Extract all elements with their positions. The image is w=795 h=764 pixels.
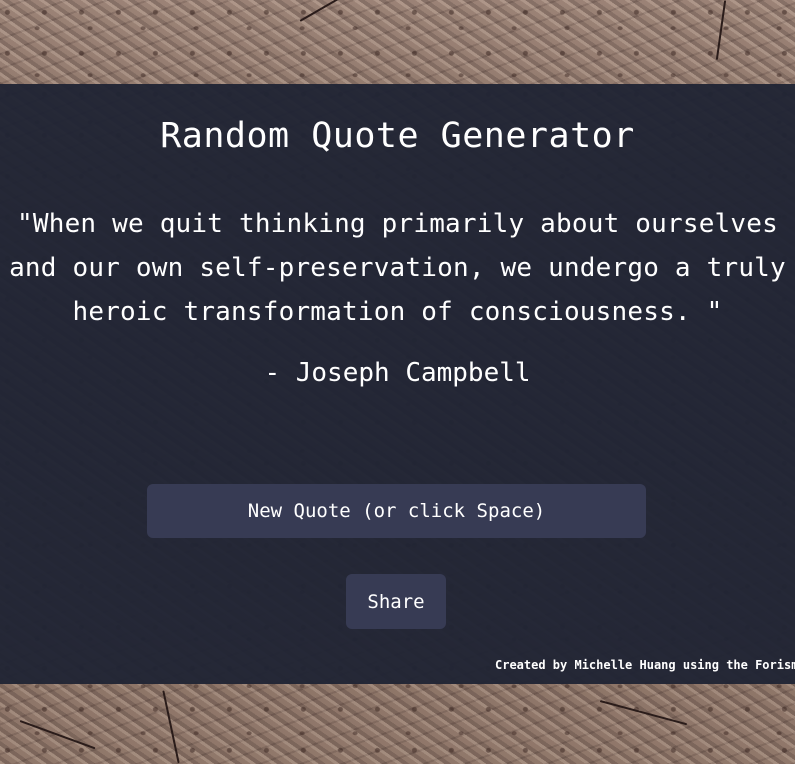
quote-panel: Random Quote Generator "When we quit thi… (0, 84, 795, 684)
quote-author: - Joseph Campbell (264, 358, 531, 388)
wood-crack (162, 690, 180, 764)
quote-text: "When we quit thinking primarily about o… (9, 209, 786, 327)
wood-crack (19, 720, 96, 750)
wood-crack (599, 700, 688, 726)
share-button[interactable]: Share (346, 574, 446, 629)
wood-crack (715, 0, 727, 60)
page-title: Random Quote Generator (160, 116, 635, 156)
new-quote-button[interactable]: New Quote (or click Space) (147, 484, 646, 538)
footer-credit: Created by Michelle Huang using the Fori… (495, 658, 795, 672)
page: { "app": { "title": "Random Quote Genera… (0, 0, 795, 764)
wood-crack (299, 0, 353, 22)
